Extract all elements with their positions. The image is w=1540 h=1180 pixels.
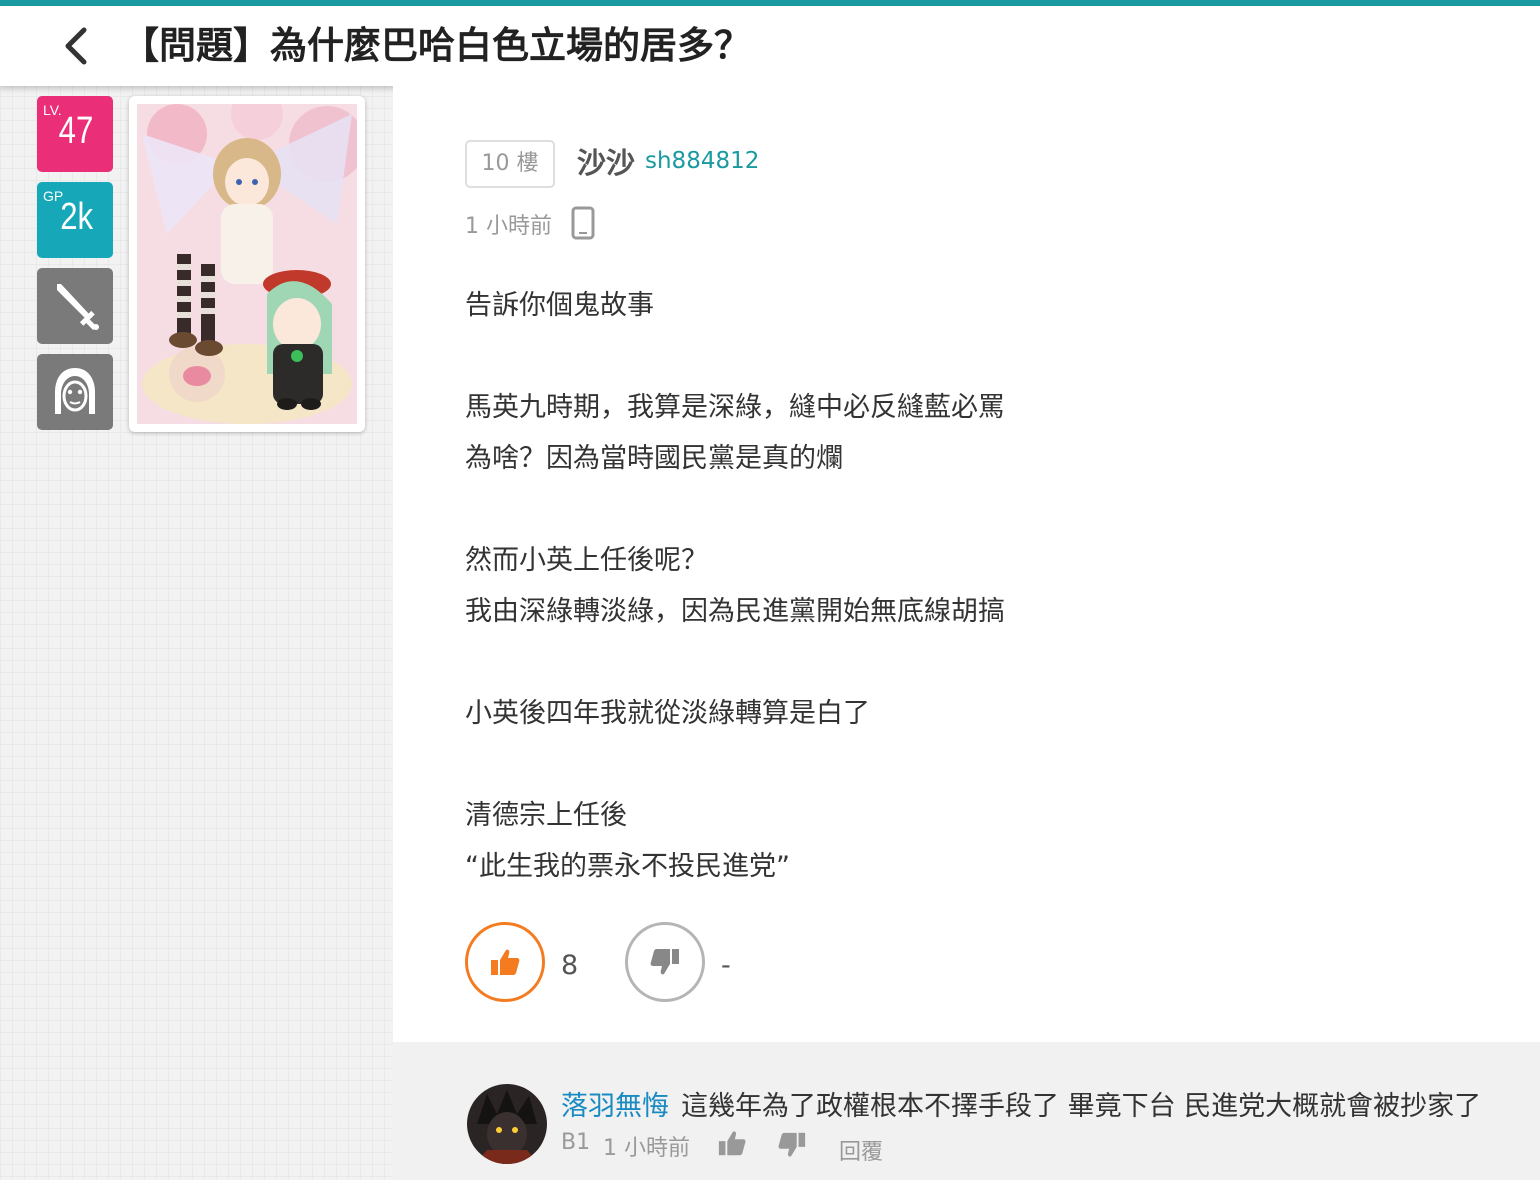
comment-section: 落羽無悔 這幾年為了政權根本不擇手段了 畢竟下台 民進党大概就會被抄家了 B1 …	[393, 1042, 1540, 1180]
comment-author[interactable]: 落羽無悔	[561, 1084, 669, 1123]
mobile-phone-icon	[571, 206, 595, 240]
dislike-button[interactable]	[625, 922, 705, 1002]
post-line	[465, 637, 1505, 688]
post-line: 清德宗上任後	[465, 800, 627, 831]
sword-icon	[57, 284, 99, 330]
comment-thumbs-down-icon[interactable]	[777, 1130, 807, 1160]
reply-button[interactable]: 回覆	[839, 1134, 883, 1166]
post-line: 然而小英上任後呢？	[465, 545, 708, 576]
like-count: 8	[561, 950, 579, 981]
back-button[interactable]	[52, 22, 100, 70]
title-badge-sword[interactable]	[37, 268, 113, 344]
post-line: 為啥？因為當時國民黨是真的爛	[465, 443, 843, 474]
post-line: 告訴你個鬼故事	[465, 290, 654, 321]
comment-floor: B1	[561, 1130, 591, 1155]
post-line: 馬英九時期，我算是深綠，縫中必反縫藍必罵	[465, 392, 1005, 423]
post-time: 1 小時前	[465, 214, 552, 239]
post-line	[465, 739, 1505, 790]
dislike-count: -	[721, 950, 731, 981]
level-badge[interactable]: LV. 47	[37, 96, 113, 172]
post-line	[465, 331, 1505, 382]
title-badge-character[interactable]	[37, 354, 113, 430]
user-avatar-card[interactable]	[129, 96, 365, 432]
post-line	[465, 484, 1505, 535]
thumbs-down-icon	[650, 949, 679, 975]
level-value: 47	[58, 110, 93, 152]
thumbs-up-icon	[491, 949, 520, 975]
comment-time: 1 小時前	[603, 1136, 690, 1161]
anime-avatar-image	[137, 104, 357, 424]
comment-thumbs-up-icon[interactable]	[717, 1128, 747, 1158]
header-bar: 【問題】為什麼巴哈白色立場的居多？	[0, 6, 1540, 86]
post-line: 我由深綠轉淡綠，因為民進黨開始無底線胡搞	[465, 596, 1005, 627]
comment-text: 這幾年為了政權根本不擇手段了 畢竟下台 民進党大概就會被抄家了	[681, 1091, 1482, 1122]
comment-avatar[interactable]	[467, 1084, 547, 1164]
post-content: 告訴你個鬼故事 馬英九時期，我算是深綠，縫中必反縫藍必罵 為啥？因為當時國民黨是…	[465, 280, 1505, 892]
author-name[interactable]: 沙沙	[577, 140, 635, 182]
chevron-left-icon	[65, 27, 87, 65]
like-button[interactable]	[465, 922, 545, 1002]
gp-value: 2k	[60, 196, 93, 238]
gp-badge[interactable]: GP 2k	[37, 182, 113, 258]
author-id[interactable]: sh884812	[645, 148, 759, 174]
commenter-avatar-image	[467, 1084, 547, 1164]
floor-number[interactable]: 10 樓	[465, 140, 555, 188]
page-title: 【問題】為什麼巴哈白色立場的居多？	[122, 24, 751, 67]
hooded-character-icon	[55, 368, 95, 414]
post-line: 小英後四年我就從淡綠轉算是白了	[465, 698, 870, 729]
post-line: “此生我的票永不投民進党”	[465, 851, 790, 882]
post-panel: 10 樓 沙沙 sh884812 1 小時前 告訴你個鬼故事 馬英九時期，我算是…	[393, 86, 1540, 1042]
